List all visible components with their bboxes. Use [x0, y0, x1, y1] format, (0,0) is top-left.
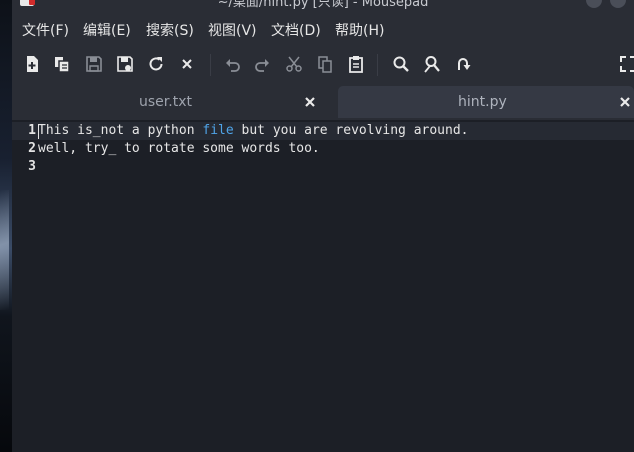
title-bar[interactable]: ~/桌面/hint.py [只读] - Mousepad: [12, 0, 634, 12]
new-window-icon[interactable]: [50, 52, 74, 76]
toolbar-separator: [377, 54, 378, 76]
line-number-gutter: 1 2 3: [12, 122, 38, 176]
menu-bar: 文件(F) 编辑(E) 搜索(S) 视图(V) 文档(D) 帮助(H): [12, 12, 634, 46]
tab-close-icon[interactable]: [301, 93, 319, 111]
paste-icon[interactable]: [344, 52, 368, 76]
mousepad-window: ~/桌面/hint.py [只读] - Mousepad 文件(F) 编辑(E)…: [12, 0, 634, 452]
tab-hint-py[interactable]: hint.py: [338, 86, 634, 118]
copy-icon[interactable]: [313, 52, 337, 76]
code-text: well, try_ to rotate some words too.: [38, 141, 320, 156]
tab-label: hint.py: [458, 94, 507, 110]
save-icon[interactable]: [82, 52, 106, 76]
line-number: 3: [28, 159, 36, 174]
window-title: ~/桌面/hint.py [只读] - Mousepad: [217, 0, 429, 10]
toolbar-separator: [210, 54, 211, 76]
reload-icon[interactable]: [144, 52, 168, 76]
code-text: This is_not a python: [38, 123, 203, 138]
tab-bar: user.txt hint.py: [12, 84, 634, 120]
undo-icon[interactable]: [221, 52, 245, 76]
redo-icon[interactable]: [250, 52, 274, 76]
menu-view[interactable]: 视图(V): [208, 20, 257, 40]
new-document-icon[interactable]: [20, 52, 44, 76]
code-line: This is_not a python file but you are re…: [38, 122, 469, 140]
find-replace-icon[interactable]: [420, 52, 444, 76]
line-number: 1: [28, 123, 36, 138]
tab-label: user.txt: [139, 94, 192, 110]
search-icon[interactable]: [389, 52, 413, 76]
desktop-highlight: [0, 190, 9, 310]
code-area[interactable]: This is_not a python file but you are re…: [38, 122, 469, 176]
fullscreen-icon[interactable]: [616, 52, 634, 76]
code-text: but you are revolving around.: [233, 123, 469, 138]
save-as-icon[interactable]: [113, 52, 137, 76]
tab-user-txt[interactable]: user.txt: [12, 86, 334, 118]
code-keyword: file: [202, 123, 234, 138]
toolbar: [12, 46, 634, 84]
tab-close-icon[interactable]: [616, 93, 634, 111]
cut-icon[interactable]: [282, 52, 306, 76]
close-icon[interactable]: [175, 52, 199, 76]
go-to-icon[interactable]: [451, 52, 475, 76]
menu-help[interactable]: 帮助(H): [335, 20, 384, 40]
text-editor[interactable]: 1 2 3 This is_not a python file but you …: [12, 120, 634, 452]
menu-search[interactable]: 搜索(S): [146, 20, 194, 40]
code-line: well, try_ to rotate some words too.: [38, 140, 469, 158]
line-number: 2: [28, 141, 36, 156]
menu-document[interactable]: 文档(D): [271, 20, 321, 40]
menu-edit[interactable]: 编辑(E): [83, 20, 131, 40]
menu-file[interactable]: 文件(F): [22, 20, 69, 40]
desktop-background: [0, 0, 12, 452]
